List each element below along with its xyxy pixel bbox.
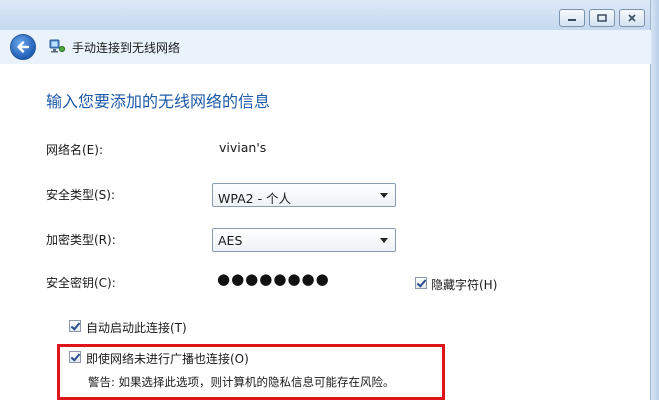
privacy-warning-text: 警告: 如果选择此选项，则计算机的隐私信息可能存在风险。	[88, 375, 395, 389]
connect-hidden-network-checkbox[interactable]	[69, 351, 81, 363]
minimize-icon	[568, 19, 576, 21]
wireless-network-icon	[49, 39, 66, 53]
connect-hidden-network-label: 即使网络未进行广播也连接(O)	[86, 352, 249, 366]
chevron-down-icon	[380, 238, 388, 243]
network-name-label: 网络名(E):	[46, 143, 103, 157]
security-type-label: 安全类型(S):	[46, 188, 116, 202]
auto-connect-label: 自动启动此连接(T)	[86, 321, 187, 335]
back-button[interactable]	[10, 34, 36, 60]
encryption-type-value: AES	[218, 233, 243, 248]
form-heading: 输入您要添加的无线网络的信息	[46, 92, 271, 111]
security-key-label: 安全密钥(C):	[46, 276, 116, 290]
encryption-type-label: 加密类型(R):	[46, 233, 116, 247]
maximize-button[interactable]	[589, 9, 615, 27]
window-frame-right	[650, 0, 659, 400]
title-bar	[0, 0, 659, 31]
security-key-value: ●●●●●●●●	[217, 270, 330, 288]
window-controls	[559, 9, 645, 27]
navigation-bar: 手动连接到无线网络	[0, 30, 651, 64]
hide-characters-label: 隐藏字符(H)	[431, 278, 498, 292]
security-key-input[interactable]: ●●●●●●●●	[212, 268, 396, 292]
close-button[interactable]	[619, 9, 645, 27]
back-arrow-icon	[17, 41, 30, 53]
window-title: 手动连接到无线网络	[72, 41, 181, 55]
security-type-select[interactable]: WPA2 - 个人	[212, 183, 396, 207]
encryption-type-select[interactable]: AES	[212, 228, 396, 252]
chevron-down-icon	[380, 193, 388, 198]
auto-connect-checkbox[interactable]	[69, 320, 81, 332]
network-name-input[interactable]: vivian's	[219, 140, 266, 155]
maximize-icon	[597, 14, 607, 22]
hide-characters-checkbox[interactable]	[415, 277, 427, 289]
minimize-button[interactable]	[559, 9, 585, 27]
security-type-value: WPA2 - 个人	[218, 191, 292, 206]
close-icon	[628, 14, 636, 22]
